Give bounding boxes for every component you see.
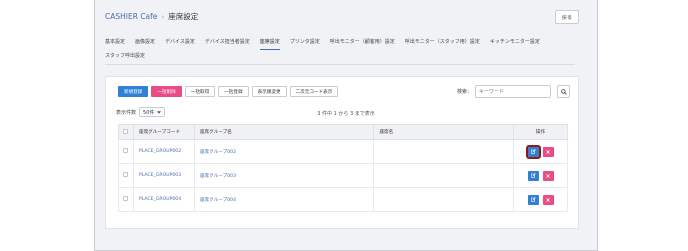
tab-tabs_row1-8[interactable]: キッチンモニター設定	[490, 36, 540, 47]
delete-button[interactable]	[542, 194, 554, 205]
cell-group-name[interactable]: 座席グループ003	[193, 163, 375, 188]
tab-row: 基本設定 画像設定 デバイス設定 デバイス担当者設定 座席設定 プリンタ設定 呼出モニター（…	[105, 34, 575, 50]
display-order-button[interactable]: 表示順変更	[251, 86, 287, 97]
cell-code[interactable]: PLACE_GROUP004	[132, 187, 195, 212]
back-button[interactable]: 戻る	[555, 10, 579, 24]
header-ops: 操作	[513, 124, 568, 140]
tab-tabs_row1-0[interactable]: 基本設定	[105, 36, 125, 47]
row-checkbox[interactable]	[123, 196, 129, 201]
qr-display-button[interactable]: 二次元コード表示	[289, 86, 339, 97]
breadcrumb-home[interactable]: CASHIER Cafe	[105, 12, 157, 21]
select-all-cell	[118, 124, 134, 140]
cell-seat-name	[373, 139, 515, 164]
page-title: 座席設定	[168, 12, 199, 21]
tab-tabs_row1-3[interactable]: デバイス担当者設定	[205, 36, 250, 47]
search-icon	[560, 88, 567, 95]
edit-button[interactable]	[527, 170, 539, 181]
row-checkbox-cell	[118, 187, 134, 212]
table-row: PLACE_GROUP003 座席グループ003	[118, 163, 568, 188]
edit-icon	[530, 149, 536, 154]
cell-seat-name	[373, 163, 515, 188]
bulk-register-button[interactable]: 一括登録	[218, 86, 249, 97]
tab-tabs_row1-4[interactable]: 座席設定	[259, 36, 280, 50]
settings-tabs: 基本設定 画像設定 デバイス設定 デバイス担当者設定 座席設定 プリンタ設定 呼出モニター（…	[105, 34, 575, 65]
delete-button[interactable]	[542, 146, 554, 157]
close-icon	[546, 149, 550, 154]
app-window: CASHIER Cafe › 座席設定 戻る 基本設定 画像設定 デバイス設定 デバイ…	[94, 0, 598, 251]
row-checkbox[interactable]	[123, 172, 129, 177]
page-header: CASHIER Cafe › 座席設定 戻る	[95, 0, 597, 34]
row-actions	[525, 144, 554, 159]
header-group-name[interactable]: 座席グループ名	[193, 124, 375, 140]
edit-button[interactable]	[527, 194, 539, 205]
edit-icon	[530, 173, 536, 178]
header-code[interactable]: 座席グループコード	[132, 124, 195, 140]
bulk-get-button[interactable]: 一括取得	[184, 86, 216, 97]
tab-tabs_row1-2[interactable]: デバイス設定	[165, 36, 195, 47]
seat-settings-panel: 新規登録 一括削除 一括取得 一括登録 表示順変更 二次元コード表示 検索： 表…	[105, 76, 579, 229]
tab-row: スタッフ呼出設定	[105, 48, 575, 62]
search-input[interactable]	[475, 85, 551, 98]
close-icon	[546, 197, 550, 202]
row-actions	[527, 170, 554, 181]
delete-button[interactable]	[542, 170, 554, 181]
cell-code[interactable]: PLACE_GROUP003	[132, 163, 195, 188]
tab-tabs_row1-6[interactable]: 呼出モニター（顧客用）設定	[330, 36, 395, 47]
select-all-checkbox[interactable]	[123, 128, 129, 134]
table-header-row: 座席グループコード 座席グループ名 座席名 操作	[118, 124, 568, 140]
row-actions	[527, 194, 554, 205]
row-checkbox-cell	[118, 139, 134, 164]
tabs-divider	[105, 64, 575, 65]
bulk-delete-button[interactable]: 一括削除	[151, 86, 182, 97]
toolbar: 新規登録 一括削除 一括取得 一括登録 表示順変更 二次元コード表示	[118, 86, 339, 97]
table-row: PLACE_GROUP002 座席グループ002	[118, 139, 568, 164]
edit-button[interactable]	[525, 144, 541, 159]
table-row: PLACE_GROUP004 座席グループ004	[118, 187, 568, 212]
search-button[interactable]	[557, 85, 570, 98]
breadcrumb: CASHIER Cafe › 座席設定	[105, 11, 198, 22]
cell-ops	[513, 163, 568, 188]
seat-group-table: 座席グループコード 座席グループ名 座席名 操作 PLACE_GROUP002 座…	[118, 124, 568, 212]
cell-ops	[513, 187, 568, 212]
row-checkbox[interactable]	[123, 148, 129, 153]
record-count-text: 3 件中 1 から 3 まで表示	[317, 111, 375, 117]
cell-group-name[interactable]: 座席グループ004	[193, 187, 375, 212]
tab-tabs_row1-5[interactable]: プリンタ設定	[290, 36, 320, 47]
edit-icon	[530, 197, 536, 202]
row-checkbox-cell	[118, 163, 134, 188]
header-seat-name[interactable]: 座席名	[373, 124, 515, 140]
chevron-right-icon: ›	[161, 12, 165, 21]
cell-code[interactable]: PLACE_GROUP002	[132, 139, 195, 164]
tab-tabs_row1-1[interactable]: 画像設定	[135, 36, 155, 47]
cell-group-name[interactable]: 座席グループ002	[193, 139, 375, 164]
search-label: 検索：	[456, 89, 472, 95]
tab-tabs_row1-7[interactable]: 呼出モニター（スタッフ用）設定	[405, 36, 480, 47]
cell-ops	[513, 139, 568, 164]
new-button[interactable]: 新規登録	[118, 86, 149, 97]
tab-tabs_row2-0[interactable]: スタッフ呼出設定	[105, 50, 145, 61]
record-count: 3 件中 1 から 3 まで表示	[106, 110, 578, 117]
search-area: 検索：	[457, 85, 570, 98]
cell-seat-name	[373, 187, 515, 212]
close-icon	[546, 173, 550, 178]
